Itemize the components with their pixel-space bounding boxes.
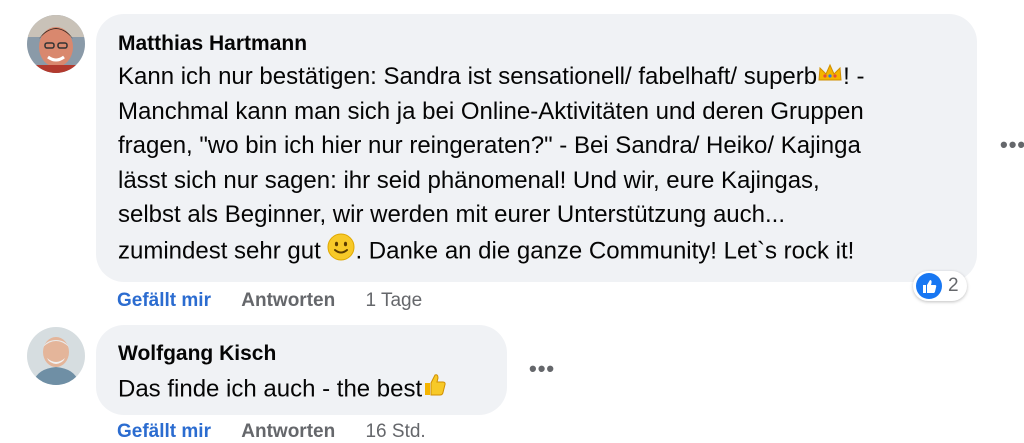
avatar-photo <box>27 327 85 385</box>
reaction-count: 2 <box>948 275 959 296</box>
comment-author[interactable]: Matthias Hartmann <box>118 31 977 57</box>
comment-bubble: Wolfgang Kisch Das finde ich auch - the … <box>96 325 507 415</box>
comment-text-line: . Danke an die ganze Community! Let`s ro… <box>355 237 855 265</box>
comment-text: Das finde ich auch - the best <box>118 372 507 409</box>
comment-text-line: zumindest sehr gut <box>118 237 328 265</box>
more-options-icon[interactable]: ••• <box>529 356 555 382</box>
comment-text-line: selbst als Beginner, wir werden mit eure… <box>118 201 785 229</box>
more-options-icon[interactable]: ••• <box>1000 132 1024 158</box>
like-reaction-icon <box>916 273 942 299</box>
comment-text-line: Manchmal kann man sich ja bei Online-Akt… <box>118 97 864 125</box>
comment-actions: Gefällt mir Antworten 16 Std. <box>117 421 426 443</box>
reply-button[interactable]: Antworten <box>241 290 335 311</box>
comment-timestamp[interactable]: 1 Tage <box>365 290 422 311</box>
reaction-summary[interactable]: 2 <box>913 271 967 301</box>
comment-timestamp[interactable]: 16 Std. <box>365 421 425 442</box>
avatar[interactable] <box>27 15 85 73</box>
comment-text-line: Kann ich nur bestätigen: Sandra ist sens… <box>118 63 818 90</box>
comment-actions: Gefällt mir Antworten 1 Tage <box>117 290 422 312</box>
comment-text-line: lässt sich nur sagen: ihr seid phänomena… <box>118 166 820 194</box>
crown-emoji-icon <box>817 60 843 95</box>
comment-bubble: Matthias Hartmann Kann ich nur bestätige… <box>96 14 977 282</box>
comment-author[interactable]: Wolfgang Kisch <box>118 341 507 367</box>
avatar-photo <box>27 15 85 73</box>
like-button[interactable]: Gefällt mir <box>117 290 211 311</box>
comment-text: Kann ich nur bestätigen: Sandra ist sens… <box>118 60 977 271</box>
thumbs-up-emoji-icon <box>422 372 448 409</box>
comment-text-line: ! - <box>843 63 865 90</box>
smile-emoji-icon <box>327 233 355 272</box>
avatar[interactable] <box>27 327 85 385</box>
reply-button[interactable]: Antworten <box>241 421 335 442</box>
comment-text-line: Das finde ich auch - the best <box>118 375 423 403</box>
like-button[interactable]: Gefällt mir <box>117 421 211 442</box>
comment-text-line: fragen, "wo bin ich hier nur reingeraten… <box>118 132 861 160</box>
